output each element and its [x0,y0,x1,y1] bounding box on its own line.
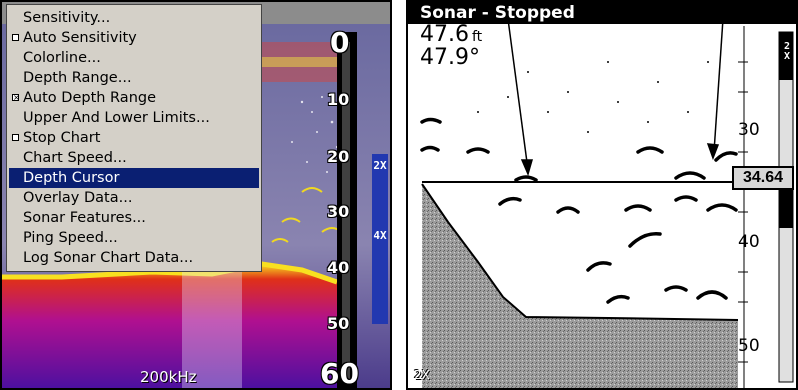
menu-item-label: Sensitivity... [23,10,111,26]
frequency-label: 200kHz [140,368,197,386]
zoom-label-4x: 4X [373,229,387,242]
menu-item-label: Sonar Features... [23,210,146,226]
depth-scale-top: 0 [330,26,350,59]
menu-item-overlay-data[interactable]: Overlay Data... [9,188,259,208]
menu-item-label: Colorline... [23,50,101,66]
zoom-level-label: 2X [414,368,430,382]
menu-item-ping-speed[interactable]: Ping Speed... [9,228,259,248]
sonar-mono-panel: Sonar - Stopped 47.6 ft 47.9° 30 40 50 3… [406,0,798,390]
menu-item-log-sonar-chart-data[interactable]: Log Sonar Chart Data... [9,248,259,268]
menu-item-depth-range[interactable]: Depth Range... [9,68,259,88]
menu-item-label: Upper And Lower Limits... [23,110,210,126]
temperature-readout: 47.9° [420,45,480,70]
depth-value: 47.6 [420,22,469,47]
depth-scale-mark: 40 [327,258,350,277]
depth-cursor-readout[interactable]: 34.64 [732,166,794,190]
depth-readout: 47.6 ft [420,22,482,47]
sonar-menu: Sensitivity... Auto Sensitivity Colorlin… [6,4,262,272]
zoom-indicator: 2X [784,41,791,62]
menu-item-label: Chart Speed... [23,150,127,166]
menu-item-label: Overlay Data... [23,190,133,206]
checkbox-checked-icon[interactable]: × [12,94,20,102]
menu-item-stop-chart[interactable]: Stop Chart [9,128,259,148]
menu-item-label: Log Sonar Chart Data... [23,250,194,266]
menu-item-auto-depth-range[interactable]: × Auto Depth Range [9,88,259,108]
sonar-color-panel: Sensitivity... Auto Sensitivity Colorlin… [0,0,392,390]
depth-scale-mark: 30 [738,120,760,140]
depth-scale-bottom: 60 [320,357,359,390]
depth-scale-mark: 30 [327,202,350,221]
depth-unit: ft [471,29,483,45]
depth-scale-mark: 20 [327,147,350,166]
depth-scale-mark: 40 [738,232,760,252]
menu-item-sonar-features[interactable]: Sonar Features... [9,208,259,228]
menu-item-chart-speed[interactable]: Chart Speed... [9,148,259,168]
menu-item-label: Stop Chart [23,130,101,146]
menu-item-label: Auto Depth Range [23,90,157,106]
menu-item-label: Auto Sensitivity [23,30,137,46]
checkbox-icon[interactable] [12,34,19,41]
menu-item-auto-sensitivity[interactable]: Auto Sensitivity [9,28,259,48]
depth-scale-mark: 50 [327,314,350,333]
depth-scale-mark: 10 [327,90,350,109]
menu-item-label: Ping Speed... [23,230,118,246]
depth-scale-mark: 50 [738,336,760,356]
menu-item-label: Depth Range... [23,70,132,86]
menu-item-upper-lower-limits[interactable]: Upper And Lower Limits... [9,108,259,128]
menu-item-label: Depth Cursor [23,170,120,186]
checkbox-icon[interactable] [12,134,19,141]
menu-item-sensitivity[interactable]: Sensitivity... [9,8,259,28]
menu-item-depth-cursor[interactable]: Depth Cursor [9,168,259,188]
zoom-label-2x: 2X [373,159,387,172]
menu-item-colorline[interactable]: Colorline... [9,48,259,68]
